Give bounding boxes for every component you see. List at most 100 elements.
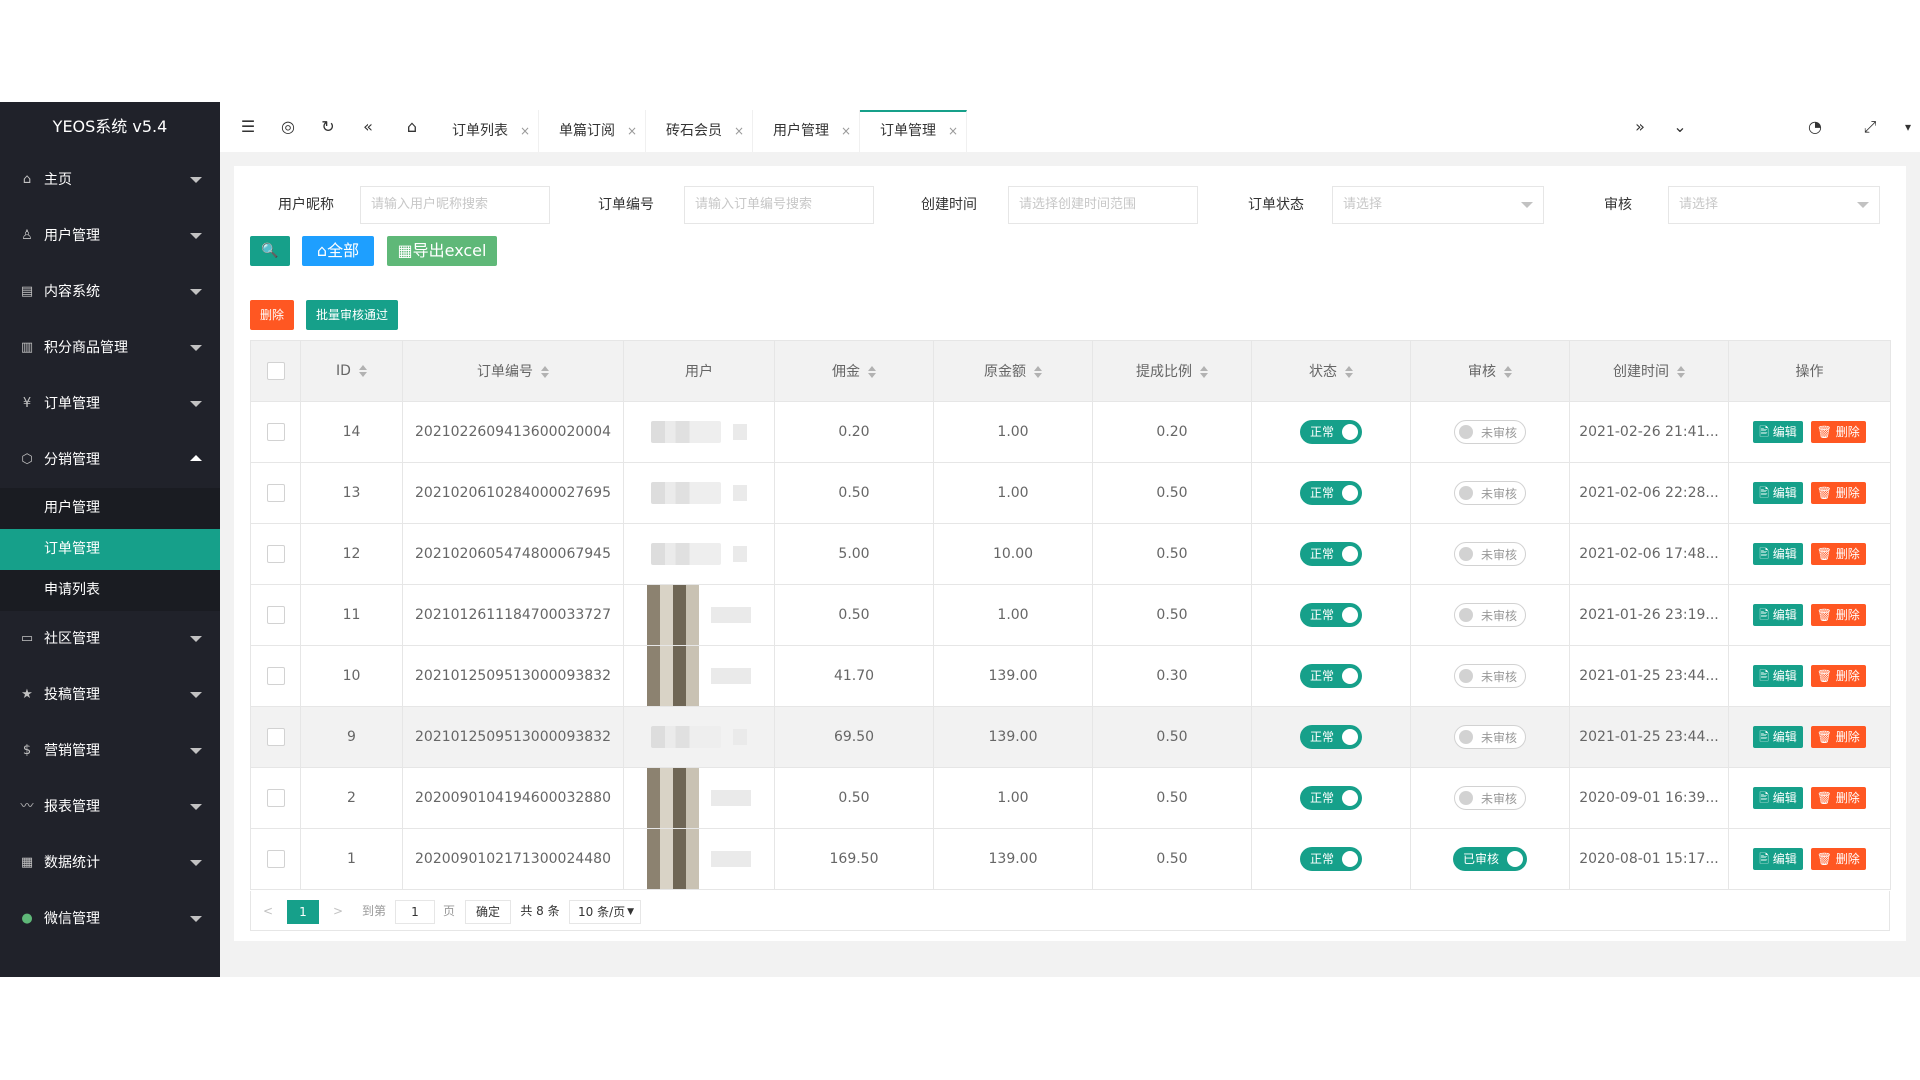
delete-button[interactable]: 🗑 删除 <box>1810 848 1866 870</box>
table-row[interactable]: 12 2021020605474800067945 5.00 10.00 0.50 正常 未… <box>250 523 1891 585</box>
order-no-input[interactable]: 请输入订单编号搜索 <box>684 186 874 224</box>
export-excel-button[interactable]: ▦导出excel <box>387 236 497 266</box>
row-checkbox[interactable] <box>266 423 285 441</box>
tab-item[interactable]: 砖石会员 × <box>646 110 753 152</box>
goto-page-input[interactable]: 1 <box>395 900 435 924</box>
sidebar-item-a2[interactable]: ▤ 内容系统 <box>0 264 220 320</box>
order-status-select[interactable]: 请选择 <box>1332 186 1544 224</box>
table-row[interactable]: 9 2021012509513000093832 69.50 139.00 0.50 正常… <box>250 706 1891 768</box>
bulk-delete-button[interactable]: 删除 <box>250 300 294 330</box>
status-toggle[interactable]: 正常 <box>1299 786 1362 810</box>
batch-audit-button[interactable]: 批量审核通过 <box>306 300 398 330</box>
tabs-right-icon[interactable]: » <box>1620 102 1660 152</box>
row-checkbox[interactable] <box>266 728 285 746</box>
theme-icon[interactable]: ◔ <box>1795 102 1835 152</box>
delete-button[interactable]: 🗑 删除 <box>1810 604 1866 626</box>
close-icon[interactable]: × <box>627 110 637 152</box>
sidebar-item-b4[interactable]: ▦ 数据统计 <box>0 835 220 891</box>
row-checkbox[interactable] <box>266 789 285 807</box>
sort-icon[interactable] <box>1200 366 1208 378</box>
submenu-item[interactable]: 申请列表 <box>0 570 220 611</box>
edit-button[interactable]: 🖹 编辑 <box>1753 665 1803 687</box>
header-audit[interactable]: 审核 <box>1410 340 1570 402</box>
sidebar-item-a5[interactable]: ⬡ 分销管理 <box>0 432 220 488</box>
header-rate[interactable]: 提成比例 <box>1092 340 1252 402</box>
status-toggle[interactable]: 正常 <box>1299 420 1362 444</box>
edit-button[interactable]: 🖹 编辑 <box>1753 848 1803 870</box>
sidebar-item-b2[interactable]: $ 营销管理 <box>0 723 220 779</box>
audit-toggle[interactable]: 已审核 <box>1452 847 1527 871</box>
refresh-icon[interactable]: ↻ <box>308 102 348 152</box>
audit-toggle[interactable]: 未审核 <box>1453 603 1526 627</box>
edit-button[interactable]: 🖹 编辑 <box>1753 787 1803 809</box>
prev-page-button[interactable]: < <box>261 900 275 924</box>
row-checkbox[interactable] <box>266 606 285 624</box>
header-status[interactable]: 状态 <box>1251 340 1411 402</box>
page-1-button[interactable]: 1 <box>287 900 319 924</box>
sidebar-item-a4[interactable]: ¥ 订单管理 <box>0 376 220 432</box>
audit-toggle[interactable]: 未审核 <box>1453 664 1526 688</box>
status-toggle[interactable]: 正常 <box>1299 603 1362 627</box>
sort-icon[interactable] <box>1345 366 1353 378</box>
delete-button[interactable]: 🗑 删除 <box>1810 421 1866 443</box>
header-amount[interactable]: 原金额 <box>933 340 1093 402</box>
sidebar-item-a0[interactable]: ⌂ 主页 <box>0 152 220 208</box>
home-tab-icon[interactable]: ⌂ <box>392 102 432 152</box>
edit-button[interactable]: 🖹 编辑 <box>1753 726 1803 748</box>
edit-button[interactable]: 🖹 编辑 <box>1753 604 1803 626</box>
submenu-item[interactable]: 用户管理 <box>0 488 220 529</box>
submenu-item[interactable]: 订单管理 <box>0 529 220 570</box>
row-checkbox[interactable] <box>266 850 285 868</box>
delete-button[interactable]: 🗑 删除 <box>1810 665 1866 687</box>
search-button[interactable]: 🔍 <box>250 236 290 266</box>
audit-toggle[interactable]: 未审核 <box>1453 725 1526 749</box>
select-all-checkbox[interactable] <box>266 362 285 380</box>
header-created[interactable]: 创建时间 <box>1569 340 1729 402</box>
sort-icon[interactable] <box>358 365 367 377</box>
close-icon[interactable]: × <box>948 112 958 150</box>
globe-icon[interactable]: ◎ <box>268 102 308 152</box>
delete-button[interactable]: 🗑 删除 <box>1810 543 1866 565</box>
next-page-button[interactable]: > <box>331 900 345 924</box>
status-toggle[interactable]: 正常 <box>1299 664 1362 688</box>
table-row[interactable]: 13 2021020610284000027695 0.50 1.00 0.50 正常 未审… <box>250 462 1891 524</box>
delete-button[interactable]: 🗑 删除 <box>1810 482 1866 504</box>
tabs-left-icon[interactable]: « <box>348 102 388 152</box>
row-checkbox[interactable] <box>266 667 285 685</box>
edit-button[interactable]: 🖹 编辑 <box>1753 543 1803 565</box>
sort-icon[interactable] <box>1677 366 1685 378</box>
fullscreen-icon[interactable]: ⤢ <box>1850 102 1890 152</box>
sort-icon[interactable] <box>1504 366 1512 378</box>
delete-button[interactable]: 🗑 删除 <box>1810 787 1866 809</box>
tab-item[interactable]: 订单列表 × <box>432 110 539 152</box>
sort-icon[interactable] <box>541 366 549 378</box>
sidebar-item-b3[interactable]: 〰报表管理 <box>0 779 220 835</box>
sidebar-item-b5[interactable]: ● 微信管理 <box>0 891 220 947</box>
table-row[interactable]: 1 2020090102171300024480 169.50 139.00 0.50 正… <box>250 828 1891 890</box>
table-row[interactable]: 10 2021012509513000093832 41.70 139.00 0.30 正… <box>250 645 1891 707</box>
tabs-dropdown-icon[interactable]: ⌄ <box>1660 102 1700 152</box>
all-button[interactable]: ⌂全部 <box>302 236 374 266</box>
tab-item[interactable]: 订单管理 × <box>860 110 967 152</box>
close-icon[interactable]: × <box>520 110 530 152</box>
created-time-input[interactable]: 请选择创建时间范围 <box>1008 186 1198 224</box>
table-row[interactable]: 11 2021012611184700033727 0.50 1.00 0.50 正常 未审… <box>250 584 1891 646</box>
close-icon[interactable]: × <box>734 110 744 152</box>
row-checkbox[interactable] <box>266 484 285 502</box>
delete-button[interactable]: 🗑 删除 <box>1810 726 1866 748</box>
sidebar-item-a1[interactable]: ♙ 用户管理 <box>0 208 220 264</box>
menu-toggle-icon[interactable]: ☰ <box>228 102 268 152</box>
page-size-select[interactable]: 10 条/页 ▼ <box>569 900 641 924</box>
table-row[interactable]: 2 2020090104194600032880 0.50 1.00 0.50 正常 未审核… <box>250 767 1891 829</box>
row-checkbox[interactable] <box>266 545 285 563</box>
header-id[interactable]: ID <box>300 340 403 402</box>
sidebar-item-b0[interactable]: ▭ 社区管理 <box>0 611 220 667</box>
status-toggle[interactable]: 正常 <box>1299 725 1362 749</box>
sidebar-item-a3[interactable]: ▥ 积分商品管理 <box>0 320 220 376</box>
close-icon[interactable]: × <box>841 110 851 152</box>
table-row[interactable]: 14 2021022609413600020004 0.20 1.00 0.20 正常 未审… <box>250 401 1891 463</box>
audit-toggle[interactable]: 未审核 <box>1453 420 1526 444</box>
audit-select[interactable]: 请选择 <box>1668 186 1880 224</box>
sidebar-item-b1[interactable]: ★ 投稿管理 <box>0 667 220 723</box>
nickname-input[interactable]: 请输入用户昵称搜索 <box>360 186 550 224</box>
